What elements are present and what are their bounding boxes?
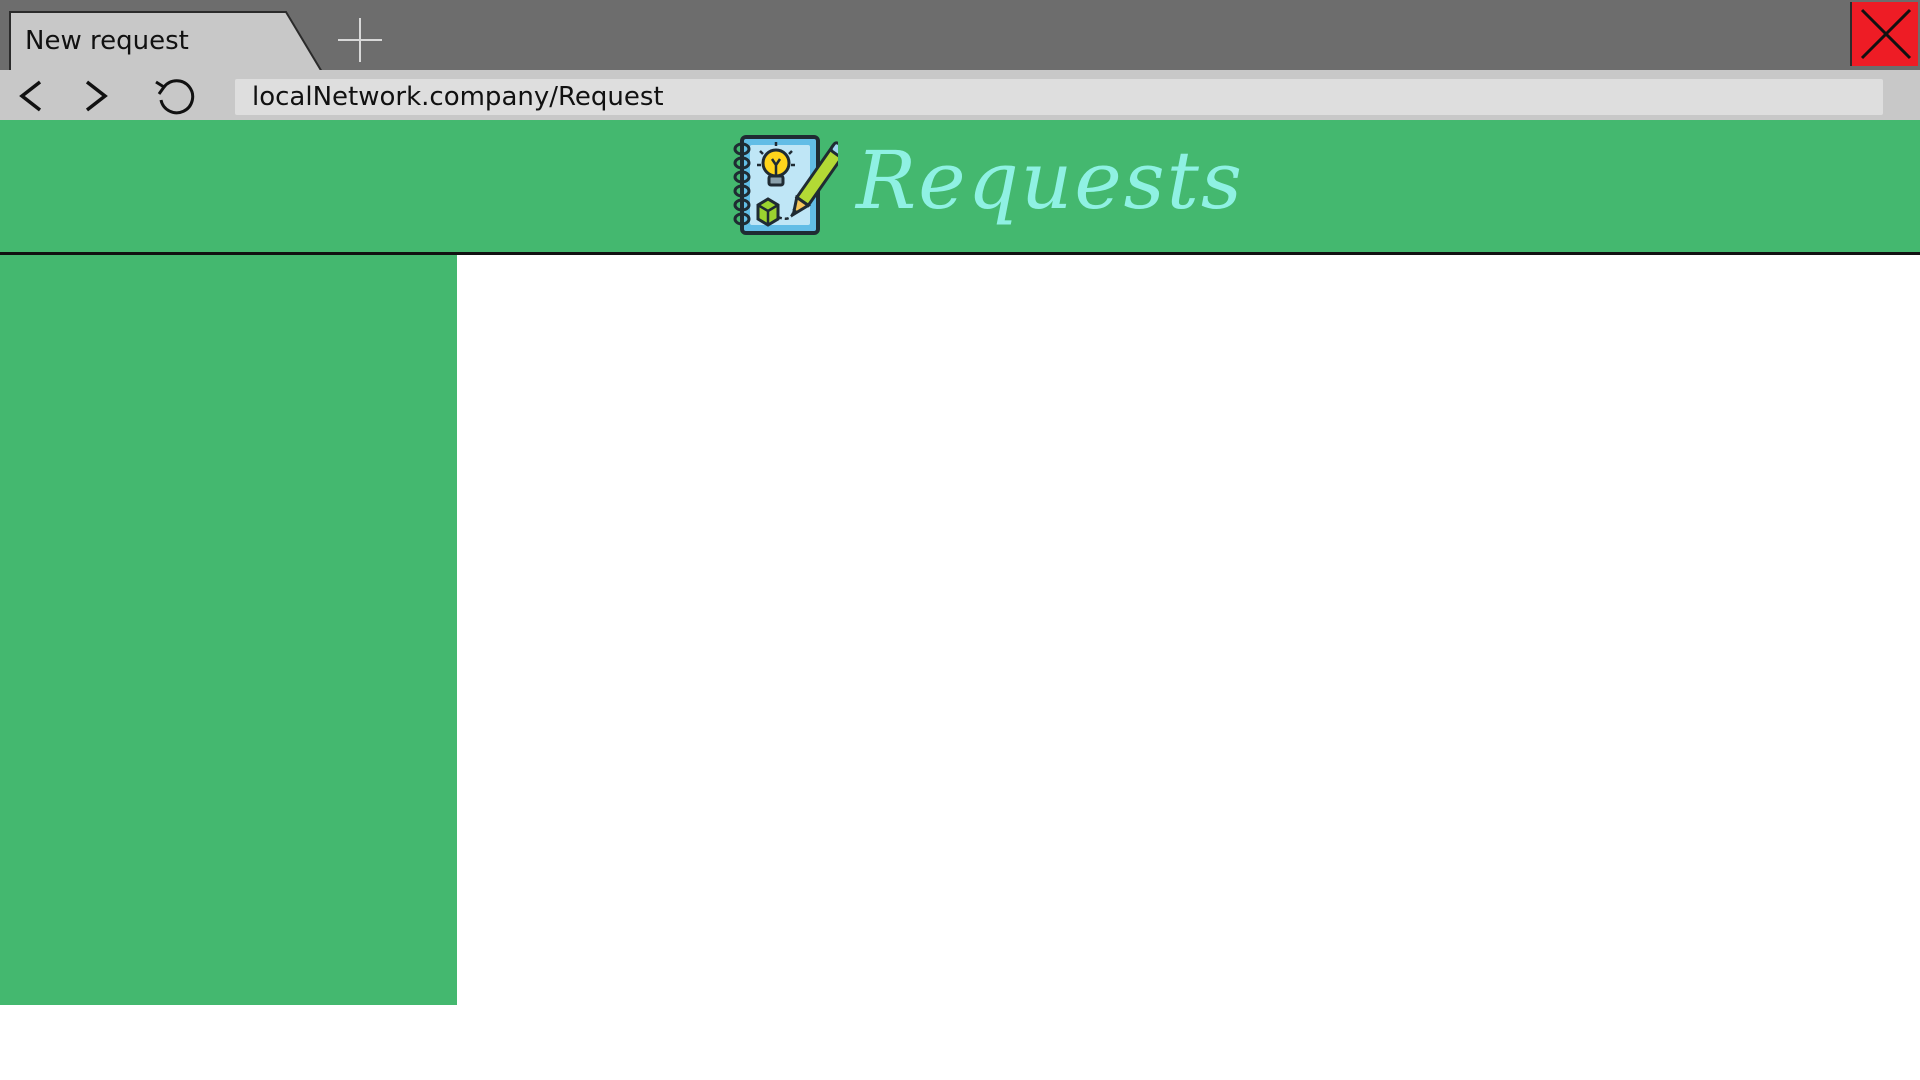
browser-tab-new-request[interactable]: New request: [0, 0, 330, 72]
chevron-left-icon: [19, 80, 42, 112]
forward-button[interactable]: [73, 76, 117, 116]
back-button[interactable]: [10, 76, 54, 116]
plus-icon: [338, 18, 382, 62]
tab-strip: New request: [0, 0, 1920, 72]
reload-icon: [155, 79, 195, 115]
app-header: Requests: [0, 120, 1920, 255]
reload-button[interactable]: [152, 76, 196, 116]
notebook-idea-icon: [733, 135, 838, 235]
sidebar: [0, 255, 457, 1005]
tab-label: New request: [25, 26, 189, 56]
navigation-bar: localNetwork.company/Request: [0, 70, 1920, 120]
main-content: [457, 255, 1920, 1080]
address-url: localNetwork.company/Request: [252, 82, 664, 112]
address-bar[interactable]: localNetwork.company/Request: [235, 79, 1883, 115]
close-icon: [1860, 8, 1912, 60]
chevron-right-icon: [85, 80, 108, 112]
browser-window: New request localNetwork.company/Request: [0, 0, 1920, 120]
new-tab-button[interactable]: [334, 14, 386, 66]
page-title: Requests: [856, 134, 1244, 227]
close-window-button[interactable]: [1850, 2, 1918, 66]
